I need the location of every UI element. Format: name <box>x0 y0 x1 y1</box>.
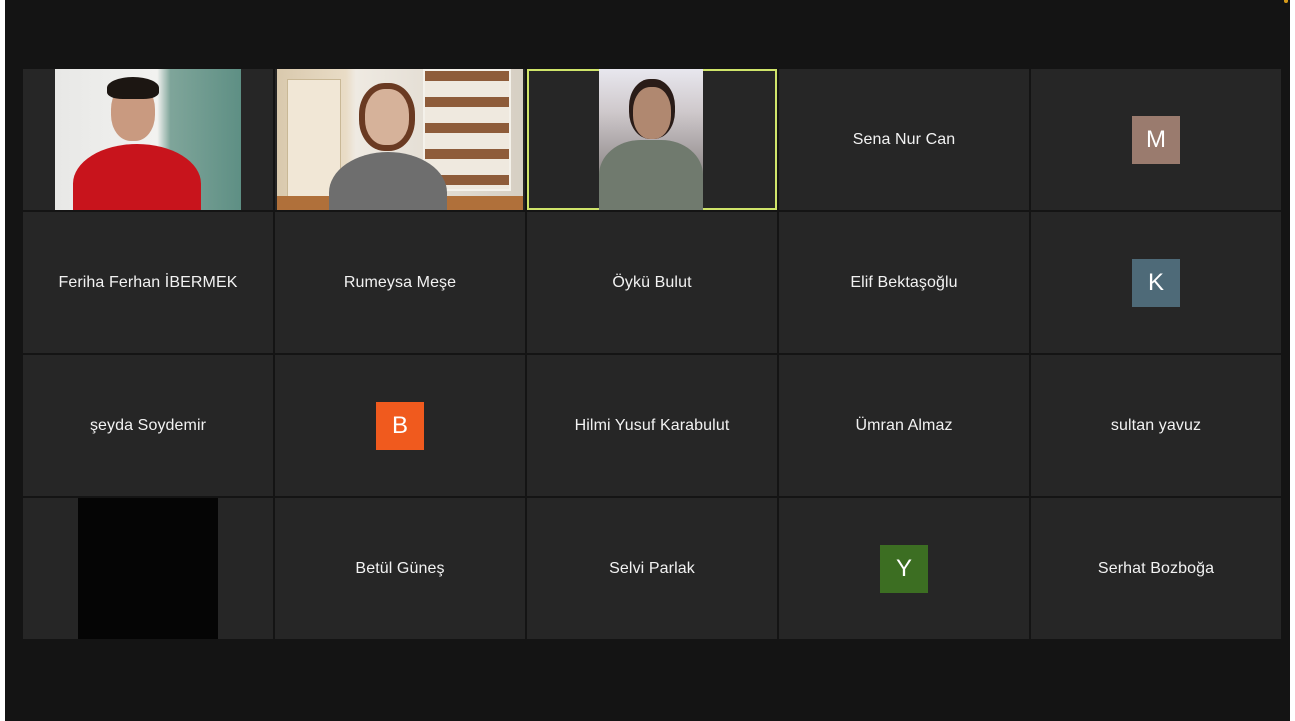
participant-tile[interactable]: Hilmi Yusuf Karabulut <box>527 355 777 496</box>
participant-tile[interactable]: Betül Güneş <box>275 498 525 639</box>
participant-name: Betül Güneş <box>355 559 445 577</box>
participant-tile[interactable]: şeyda Soydemir <box>23 355 273 496</box>
window-corner-indicator <box>1284 0 1288 3</box>
participant-tile[interactable]: Rumeysa Meşe <box>275 212 525 353</box>
participant-tile[interactable]: Sena Nur Can <box>779 69 1029 210</box>
participant-avatar: M <box>1132 115 1180 164</box>
participant-tile[interactable]: K <box>1031 212 1281 353</box>
participant-tile[interactable]: Ümran Almaz <box>779 355 1029 496</box>
participant-gallery-grid: Sena Nur Can M Feriha Ferhan İBERMEK Rum… <box>23 69 1281 639</box>
participant-video-feed-dark <box>78 498 218 639</box>
participant-tile[interactable]: Y <box>779 498 1029 639</box>
meeting-window: Sena Nur Can M Feriha Ferhan İBERMEK Rum… <box>5 0 1290 721</box>
participant-name: Sena Nur Can <box>852 130 956 148</box>
participant-avatar: B <box>376 401 424 450</box>
participant-avatar: Y <box>880 544 928 593</box>
participant-name: Elif Bektaşoğlu <box>850 273 958 291</box>
participant-video-feed <box>55 69 241 210</box>
participant-video-feed <box>599 69 703 210</box>
participant-name: Öykü Bulut <box>612 273 692 291</box>
participant-tile[interactable]: B <box>275 355 525 496</box>
participant-tile[interactable]: M <box>1031 69 1281 210</box>
participant-name: Rumeysa Meşe <box>343 273 457 291</box>
participant-name: Selvi Parlak <box>609 559 695 577</box>
participant-name: Hilmi Yusuf Karabulut <box>574 416 730 434</box>
participant-tile[interactable]: Selvi Parlak <box>527 498 777 639</box>
participant-video-feed <box>277 69 523 210</box>
participant-tile[interactable]: sultan yavuz <box>1031 355 1281 496</box>
participant-name: sultan yavuz <box>1110 416 1202 434</box>
participant-tile-video-2[interactable] <box>275 69 525 210</box>
participant-tile[interactable]: Serhat Bozboğa <box>1031 498 1281 639</box>
participant-tile[interactable]: Elif Bektaşoğlu <box>779 212 1029 353</box>
participant-name: Serhat Bozboğa <box>1097 559 1215 577</box>
participant-name: Ümran Almaz <box>855 416 953 434</box>
participant-tile-active-speaker[interactable] <box>527 69 777 210</box>
participant-tile-video-4[interactable] <box>23 498 273 639</box>
participant-avatar: K <box>1132 258 1180 307</box>
participant-tile[interactable]: Feriha Ferhan İBERMEK <box>23 212 273 353</box>
participant-name: şeyda Soydemir <box>89 416 207 434</box>
participant-tile-video-1[interactable] <box>23 69 273 210</box>
participant-tile[interactable]: Öykü Bulut <box>527 212 777 353</box>
participant-name: Feriha Ferhan İBERMEK <box>58 273 238 291</box>
